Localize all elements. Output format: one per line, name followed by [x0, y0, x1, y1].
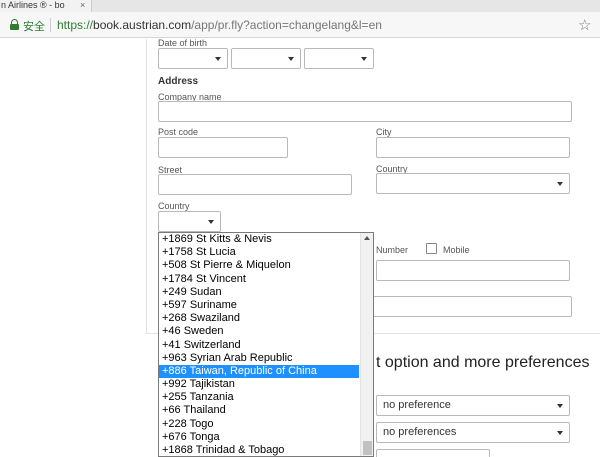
- number-label: Number: [376, 245, 409, 255]
- tab-close-icon[interactable]: ×: [80, 0, 85, 10]
- browser-tab[interactable]: n Airlines ® - bo ×: [0, 0, 92, 12]
- url-text[interactable]: https://book.austrian.com/app/pr.fly?act…: [57, 18, 382, 32]
- mobile-checkbox[interactable]: [426, 243, 437, 254]
- dropdown-option[interactable]: +676 Tonga: [159, 431, 359, 444]
- dropdown-option[interactable]: +597 Suriname: [159, 299, 359, 312]
- preference-select-1[interactable]: no preference: [376, 395, 570, 416]
- dropdown-option[interactable]: +1758 St Lucia: [159, 246, 359, 259]
- dob-day-select[interactable]: [158, 48, 228, 69]
- tab-strip: n Airlines ® - bo ×: [0, 0, 600, 12]
- city-label: City: [376, 127, 392, 137]
- postcode-input[interactable]: [158, 137, 288, 158]
- dob-year-select[interactable]: [304, 48, 374, 69]
- country-code-select[interactable]: [158, 211, 221, 232]
- chevron-down-icon: [288, 57, 294, 61]
- country-select[interactable]: [376, 173, 570, 194]
- company-name-input[interactable]: [158, 101, 572, 122]
- phone-number-input[interactable]: [376, 260, 570, 281]
- url-scheme: https://: [57, 18, 94, 32]
- dropdown-scrollbar[interactable]: [360, 233, 373, 456]
- city-input[interactable]: [376, 137, 570, 158]
- page-content: Date of birth Address Company name Post …: [0, 38, 600, 457]
- bookmark-star-icon[interactable]: ☆: [578, 16, 591, 34]
- scrollbar-thumb[interactable]: [363, 441, 372, 455]
- dropdown-option[interactable]: +255 Tanzania: [159, 391, 359, 404]
- secure-label: 安全: [23, 21, 45, 33]
- address-separator: [50, 18, 51, 32]
- dropdown-option[interactable]: +1869 St Kitts & Nevis: [159, 233, 359, 246]
- dropdown-option[interactable]: +508 St Pierre & Miquelon: [159, 259, 359, 272]
- scroll-up-arrow-icon[interactable]: [364, 236, 370, 240]
- dropdown-option[interactable]: +228 Togo: [159, 418, 359, 431]
- preference-select-1-value: no preference: [383, 399, 451, 411]
- dropdown-option[interactable]: +963 Syrian Arab Republic: [159, 352, 359, 365]
- lock-icon: [10, 19, 19, 30]
- tab-title: n Airlines ® - bo: [1, 0, 65, 10]
- dropdown-option[interactable]: +992 Tajikistan: [159, 378, 359, 391]
- url-host: book.austrian.com: [93, 18, 192, 32]
- form-left-border: [146, 39, 147, 333]
- chevron-down-icon: [361, 57, 367, 61]
- chevron-down-icon: [215, 57, 221, 61]
- dropdown-options: +1869 St Kitts & Nevis +1758 St Lucia +508…: [159, 233, 359, 456]
- dropdown-option[interactable]: +66 Thailand: [159, 404, 359, 417]
- postcode-label: Post code: [158, 127, 199, 137]
- preferences-heading: t option and more preferences: [376, 354, 590, 371]
- dropdown-option-selected[interactable]: +886 Taiwan, Republic of China: [159, 364, 359, 379]
- chevron-down-icon: [208, 220, 214, 224]
- preference-select-3[interactable]: [376, 449, 490, 457]
- chevron-down-icon: [557, 182, 563, 186]
- dropdown-option[interactable]: +1868 Trinidad & Tobago: [159, 444, 359, 456]
- chevron-down-icon: [557, 404, 563, 408]
- country-code-label: Country: [158, 201, 190, 211]
- dropdown-option[interactable]: +41 Switzerland: [159, 339, 359, 352]
- email-input[interactable]: [372, 296, 572, 317]
- dob-month-select[interactable]: [231, 48, 301, 69]
- address-bar[interactable]: 安全 https://book.austrian.com/app/pr.fly?…: [0, 12, 600, 38]
- url-path: /app/pr.fly?action=changelang&l=en: [191, 18, 382, 32]
- country-code-dropdown-list[interactable]: +1869 St Kitts & Nevis +1758 St Lucia +508…: [158, 232, 374, 457]
- preference-select-2-value: no preferences: [383, 426, 457, 438]
- dropdown-option[interactable]: +268 Swaziland: [159, 312, 359, 325]
- dropdown-option[interactable]: +249 Sudan: [159, 286, 359, 299]
- preference-select-2[interactable]: no preferences: [376, 422, 570, 443]
- chevron-down-icon: [557, 431, 563, 435]
- dropdown-option[interactable]: +46 Sweden: [159, 325, 359, 338]
- address-heading: Address: [158, 76, 199, 87]
- street-input[interactable]: [158, 174, 352, 195]
- dropdown-option[interactable]: +1784 St Vincent: [159, 273, 359, 286]
- dob-label: Date of birth: [158, 38, 208, 48]
- mobile-label: Mobile: [443, 245, 470, 255]
